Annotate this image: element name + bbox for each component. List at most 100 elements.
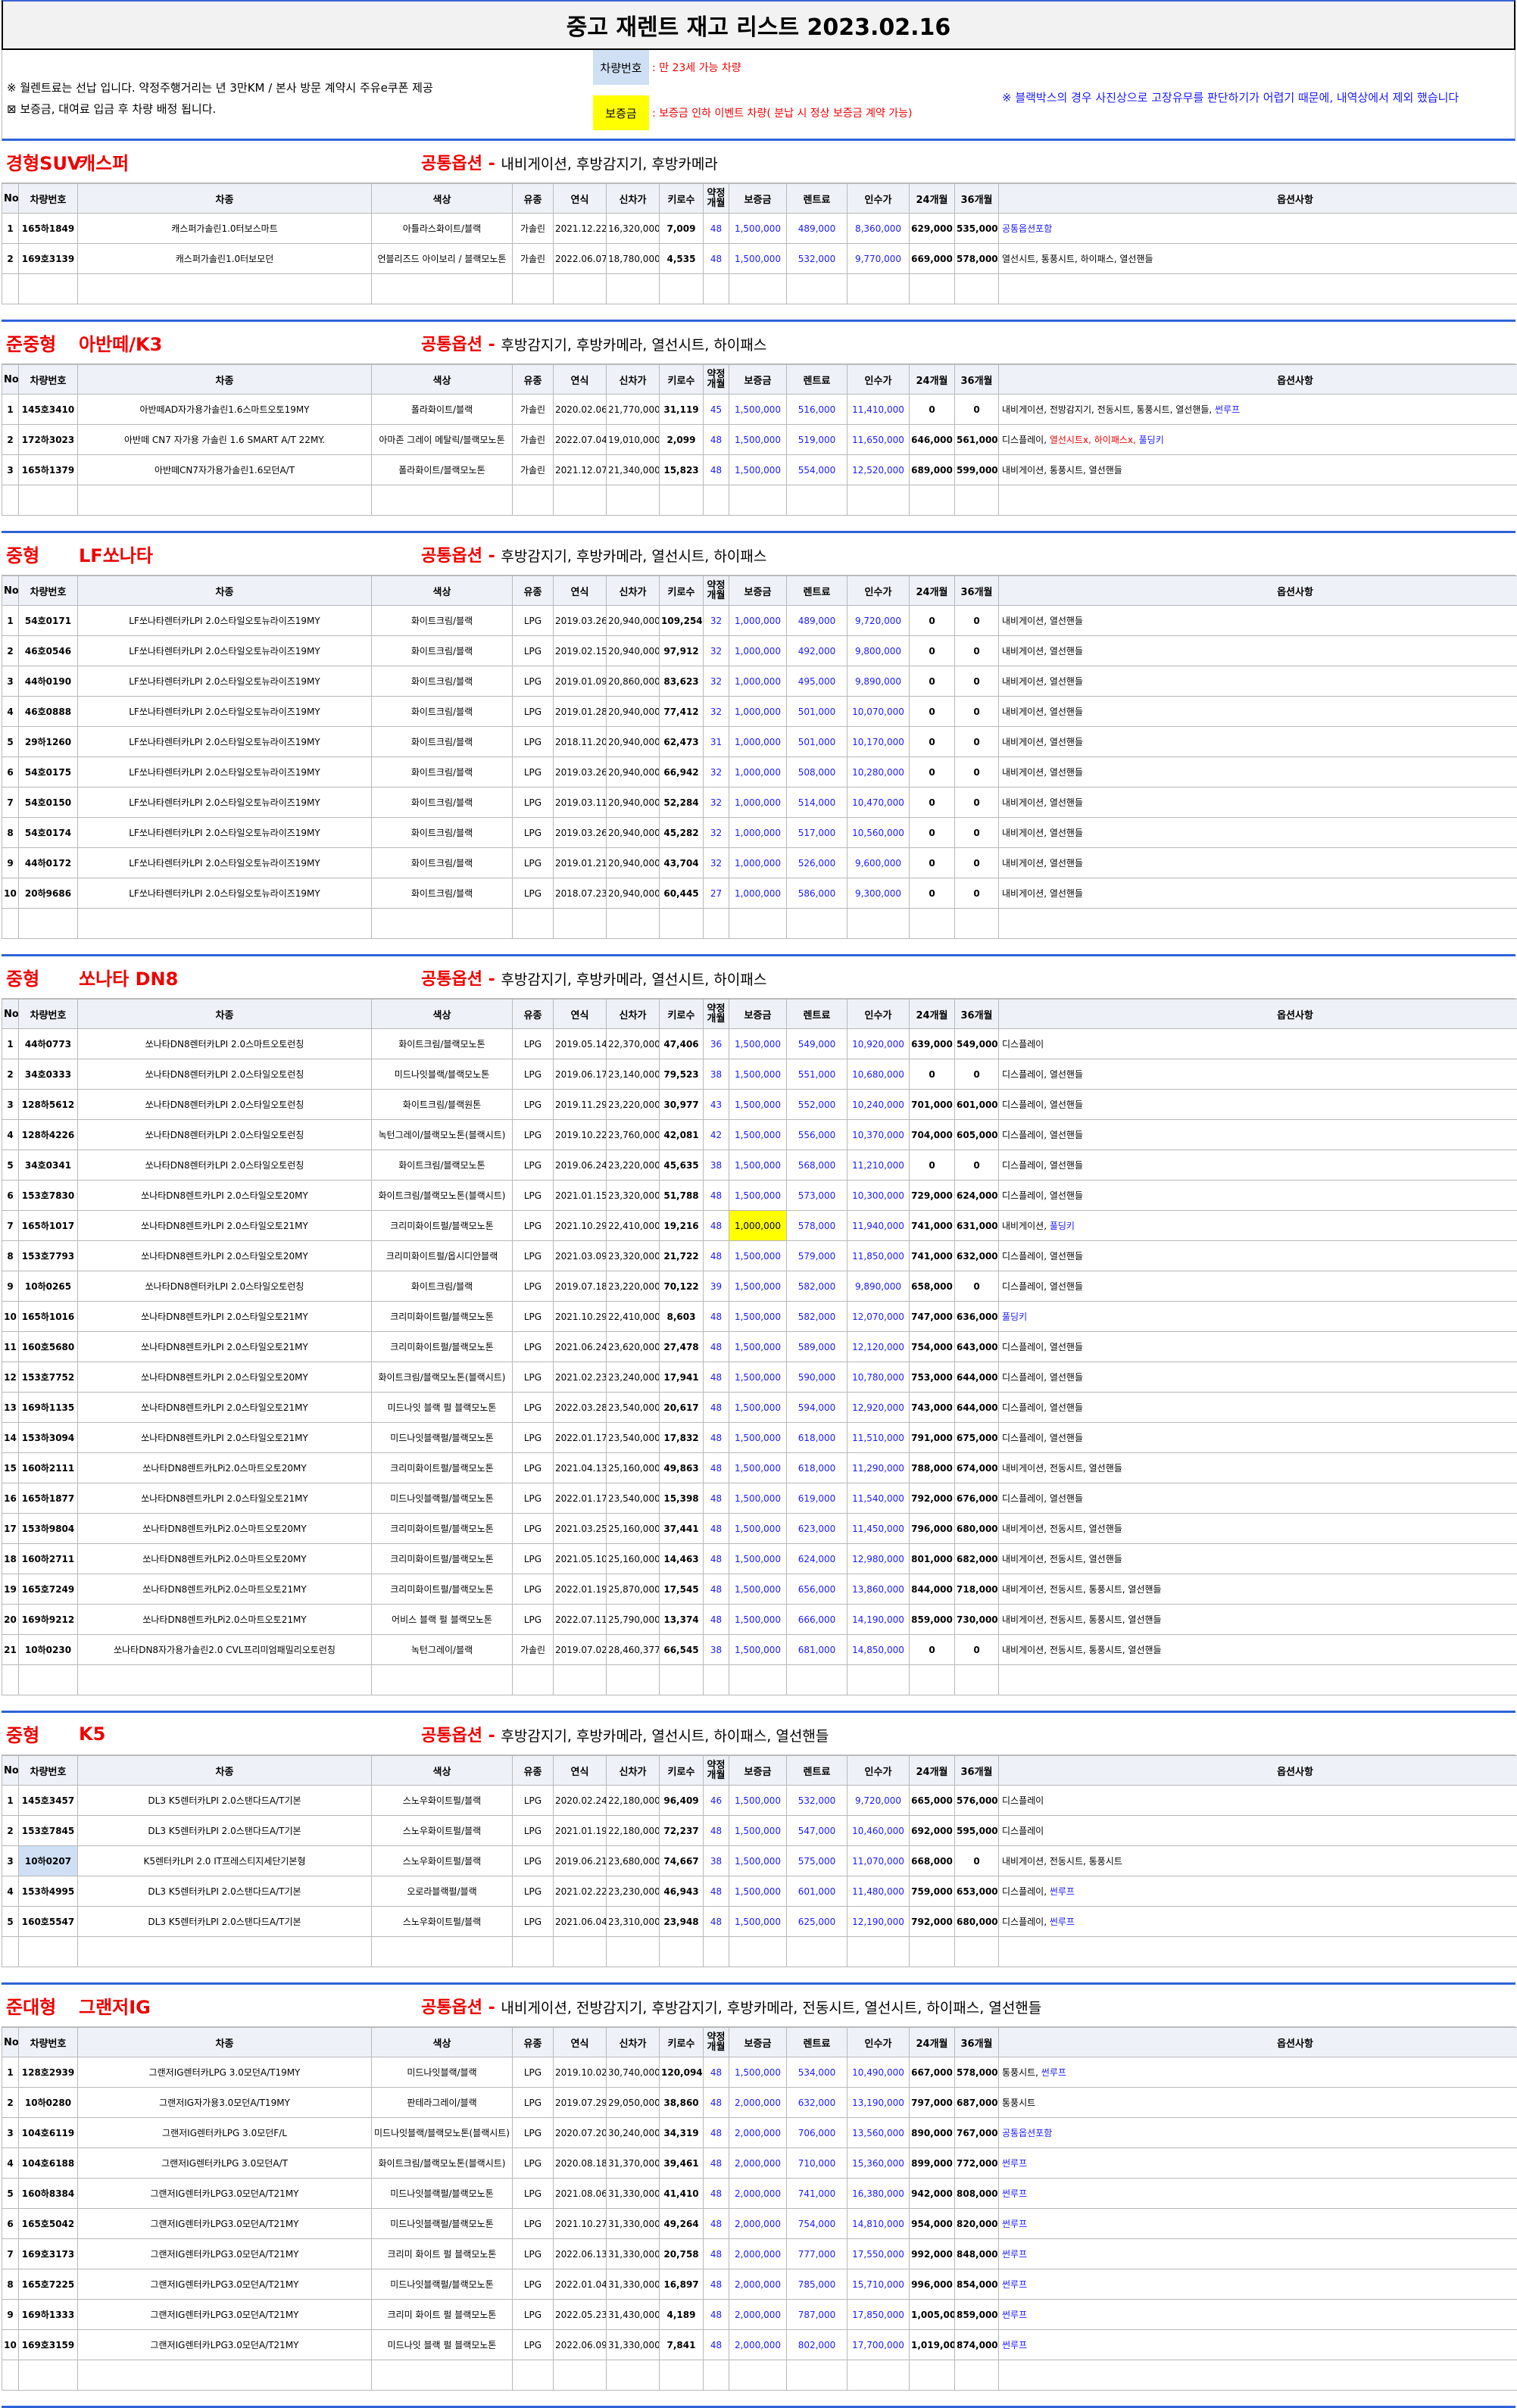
cell-fuel: 가솔린 <box>513 1635 554 1665</box>
table-row[interactable]: 754호0150LF쏘나타렌터카LPI 2.0스타일오토뉴라이즈19MY화이트크… <box>2 788 1517 818</box>
cell-m24: 741,000 <box>910 1211 955 1241</box>
table-row[interactable]: 3104호6119그랜저IG렌터카LPG 3.0모던F/L미드나잇블랙/블랙모노… <box>2 2118 1517 2148</box>
table-row[interactable]: 1145호3457DL3 K5렌터카LPI 2.0스탠다드A/T기본스노우화이트… <box>2 1786 1517 1816</box>
table-row[interactable]: 2172하3023아반떼 CN7 자가용 가솔린 1.6 SMART A/T 2… <box>2 425 1517 455</box>
cell-model: 그랜저IG렌터카LPG3.0모던A/T21MY <box>78 2179 372 2209</box>
cell-plate: 145호3410 <box>19 395 78 425</box>
table-row[interactable]: 654호0175LF쏘나타렌터카LPI 2.0스타일오토뉴라이즈19MY화이트크… <box>2 757 1517 788</box>
section-header: 중형K5공통옵션 - 후방감지기, 후방카메라, 열선시트, 하이패스, 열선핸… <box>2 1713 1515 1755</box>
cell-term: 48 <box>704 1514 729 1544</box>
cell-rent: 517,000 <box>787 818 847 848</box>
cell-plate: 10하0207 <box>19 1846 78 1876</box>
cell-plate: 44하0773 <box>19 1029 78 1059</box>
table-row[interactable]: 2110하0230쏘나타DN8자가용가솔린2.0 CVL프리미엄패밀리오토런칭녹… <box>2 1635 1517 1665</box>
table-row[interactable]: 944하0172LF쏘나타렌터카LPI 2.0스타일오토뉴라이즈19MY화이트크… <box>2 848 1517 878</box>
table-row[interactable]: 854호0174LF쏘나타렌터카LPI 2.0스타일오토뉴라이즈19MY화이트크… <box>2 818 1517 848</box>
cell-buyout: 12,980,000 <box>847 1544 910 1574</box>
table-row[interactable]: 3165하1379아반떼CN7자가용가솔린1.6모던A/T폴라화이트/블랙모노톤… <box>2 455 1517 485</box>
section-options: 공통옵션 - 후방감지기, 후방카메라, 열선시트, 하이패스 <box>421 965 766 990</box>
table-row[interactable]: 5160하8384그랜저IG렌터카LPG3.0모던A/T21MY미드나잇블랙펄/… <box>2 2179 1517 2209</box>
empty-cell <box>999 1665 1517 1695</box>
cell-price: 20,940,000 <box>607 757 660 788</box>
table-row[interactable]: 11160호5680쏘나타DN8렌트카LPI 2.0스타일오토21MY크리미화이… <box>2 1332 1517 1362</box>
column-header: 24개월 <box>910 1000 955 1029</box>
table-row[interactable]: 5160호5547DL3 K5렌터카LPI 2.0스탠다드A/T기본스노우화이트… <box>2 1907 1517 1937</box>
table-row[interactable]: 144하0773쏘나타DN8렌터카LPI 2.0스마트오토런칭화이트크림/블랙모… <box>2 1029 1517 1059</box>
column-header: 옵션사항 <box>999 1756 1517 1786</box>
cell-rent: 706,000 <box>787 2118 847 2148</box>
cell-deposit: 1,000,000 <box>729 636 787 666</box>
table-row[interactable]: 10165하1016쏘나타DN8렌트카LPI 2.0스타일오토21MY크리미화이… <box>2 1302 1517 1332</box>
table-row[interactable]: 310하0207K5렌터카LPI 2.0 IT프레스티지세단기본형스노우화이트펄… <box>2 1846 1517 1876</box>
table-row[interactable]: 20169하9212쏘나타DN8렌트카LPi2.0스마트오토21MY어비스 블랙… <box>2 1605 1517 1635</box>
table-row[interactable]: 4128하4226쏘나타DN8렌터카LPI 2.0스타일오토런칭녹턴그레이/블랙… <box>2 1120 1517 1150</box>
cell-fuel: LPG <box>513 1090 554 1120</box>
cell-price: 23,220,000 <box>607 1150 660 1181</box>
table-row[interactable]: 8165호7225그랜저IG렌터카LPG3.0모던A/T21MY미드나잇블랙펄/… <box>2 2269 1517 2300</box>
section-model: 아반떼/K3 <box>79 329 162 356</box>
table-row[interactable]: 246호0546LF쏘나타렌터카LPI 2.0스타일오토뉴라이즈19MY화이트크… <box>2 636 1517 666</box>
table-row[interactable]: 12153호7752쏘나타DN8렌트카LPI 2.0스타일오토20MY화이트크림… <box>2 1362 1517 1393</box>
cell-deposit: 1,500,000 <box>729 1302 787 1332</box>
table-row[interactable]: 910하0265쏘나타DN8렌터카LPI 2.0스타일오토런칭화이트크림/블랙L… <box>2 1271 1517 1302</box>
table-row[interactable]: 1020하9686LF쏘나타렌터카LPI 2.0스타일오토뉴라이즈19MY화이트… <box>2 878 1517 909</box>
cell-model: 그랜저IG렌터카LPG3.0모던A/T21MY <box>78 2239 372 2269</box>
cell-price: 22,410,000 <box>607 1211 660 1241</box>
cell-plate: 34호0333 <box>19 1059 78 1090</box>
cell-term: 32 <box>704 848 729 878</box>
table-row[interactable]: 4153하4995DL3 K5렌터카LPI 2.0스탠다드A/T기본오로라블랙펄… <box>2 1876 1517 1907</box>
cell-m24: 704,000 <box>910 1120 955 1150</box>
cell-model: 쏘나타DN8렌트카LPi2.0스마트오토21MY <box>78 1574 372 1605</box>
table-row[interactable]: 529하1260LF쏘나타렌터카LPI 2.0스타일오토뉴라이즈19MY화이트크… <box>2 727 1517 757</box>
options-prefix: 공통옵션 - <box>421 154 501 173</box>
table-row[interactable]: 2169호3139캐스퍼가솔린1.0터보모던언블리즈드 아이보리 / 블랙모노톤… <box>2 244 1517 274</box>
table-row[interactable]: 19165호7249쏘나타DN8렌트카LPi2.0스마트오토21MY크리미화이트… <box>2 1574 1517 1605</box>
table-row[interactable]: 4104호6188그랜저IG렌터카LPG 3.0모던A/T화이트크림/블랙모노톤… <box>2 2148 1517 2179</box>
table-row[interactable]: 17153하9804쏘나타DN8렌트카LPi2.0스마트오토20MY크리미화이트… <box>2 1514 1517 1544</box>
table-row[interactable]: 15160하2111쏘나타DN8렌트카LPi2.0스마트오토20MY크리미화이트… <box>2 1453 1517 1483</box>
cell-m36: 675,000 <box>955 1423 999 1453</box>
cell-deposit: 2,000,000 <box>729 2330 787 2360</box>
empty-cell <box>704 274 729 304</box>
table-row[interactable]: 210하0280그랜저IG자가용3.0모던A/T19MY판테라그레이/블랙LPG… <box>2 2088 1517 2118</box>
empty-cell <box>2 909 19 939</box>
table-row[interactable]: 16165하1877쏘나타DN8렌트카LPI 2.0스타일오토21MY미드나잇블… <box>2 1483 1517 1514</box>
table-row[interactable]: 10169호3159그랜저IG렌터카LPG3.0모던A/T21MY미드나잇 블랙… <box>2 2330 1517 2360</box>
cell-model: 쏘나타DN8렌트카LPi2.0스마트오토21MY <box>78 1605 372 1635</box>
cell-km: 96,409 <box>660 1786 704 1816</box>
table-row[interactable]: 7165하1017쏘나타DN8렌트카LPI 2.0스타일오토21MY크리미화이트… <box>2 1211 1517 1241</box>
table-row[interactable]: 344하0190LF쏘나타렌터카LPI 2.0스타일오토뉴라이즈19MY화이트크… <box>2 666 1517 697</box>
option-item: 썬루프 <box>1002 2340 1027 2350</box>
cell-deposit: 1,000,000 <box>729 878 787 909</box>
table-row[interactable]: 1145호3410아반떼AD자가용가솔린1.6스마트오토19MY폴라화이트/블랙… <box>2 395 1517 425</box>
empty-cell <box>513 909 554 939</box>
table-row[interactable]: 18160하2711쏘나타DN8렌트카LPi2.0스마트오토20MY크리미화이트… <box>2 1544 1517 1574</box>
table-row[interactable]: 446호0888LF쏘나타렌터카LPI 2.0스타일오토뉴라이즈19MY화이트크… <box>2 697 1517 727</box>
cell-price: 23,230,000 <box>607 1876 660 1907</box>
cell-fuel: LPG <box>513 1120 554 1150</box>
table-row[interactable]: 1128호2939그랜저IG렌터카LPG 3.0모던A/T19MY미드나잇블랙/… <box>2 2057 1517 2088</box>
empty-cell <box>704 1665 729 1695</box>
column-header: 유종 <box>513 1756 554 1786</box>
cell-term: 38 <box>704 1635 729 1665</box>
table-row[interactable]: 534호0341쏘나타DN8렌터카LPI 2.0스타일오토런칭화이트크림/블랙모… <box>2 1150 1517 1181</box>
table-row[interactable]: 1165하1849캐스퍼가솔린1.0터보스마트아틀라스화이트/블랙가솔린2021… <box>2 214 1517 244</box>
empty-cell <box>787 909 847 939</box>
table-row[interactable]: 234호0333쏘나타DN8렌터카LPI 2.0스타일오토런칭미드나잇블랙/블랙… <box>2 1059 1517 1090</box>
table-row[interactable]: 3128하5612쏘나타DN8렌터카LPI 2.0스타일오토런칭화이트크림/블랙… <box>2 1090 1517 1120</box>
table-row[interactable]: 8153호7793쏘나타DN8렌트카LPI 2.0스타일오토20MY크리미화이트… <box>2 1241 1517 1271</box>
table-row[interactable]: 6165호5042그랜저IG렌터카LPG3.0모던A/T21MY미드나잇블랙펄/… <box>2 2209 1517 2239</box>
table-row[interactable]: 2153호7845DL3 K5렌터카LPI 2.0스탠다드A/T기본스노우화이트… <box>2 1816 1517 1846</box>
column-header: 36개월 <box>955 2028 999 2057</box>
table-row[interactable]: 9169하1333그랜저IG렌터카LPG3.0모던A/T21MY크리미 화이트 … <box>2 2300 1517 2330</box>
table-row[interactable]: 13169하1135쏘나타DN8렌트카LPI 2.0스타일오토21MY미드나잇 … <box>2 1393 1517 1423</box>
cell-rent: 552,000 <box>787 1090 847 1120</box>
cell-deposit: 1,500,000 <box>729 1332 787 1362</box>
table-row[interactable]: 6153호7830쏘나타DN8렌트카LPI 2.0스타일오토20MY화이트크림/… <box>2 1181 1517 1211</box>
table-row[interactable]: 14153하3094쏘나타DN8렌트카LPI 2.0스타일오토21MY미드나잇블… <box>2 1423 1517 1453</box>
cell-fuel: LPG <box>513 757 554 788</box>
table-row[interactable]: 7169호3173그랜저IG렌터카LPG3.0모던A/T21MY크리미 화이트 … <box>2 2239 1517 2269</box>
table-row[interactable]: 154호0171LF쏘나타렌터카LPI 2.0스타일오토뉴라이즈19MY화이트크… <box>2 606 1517 636</box>
cell-m36: 820,000 <box>955 2209 999 2239</box>
cell-m36: 767,000 <box>955 2118 999 2148</box>
